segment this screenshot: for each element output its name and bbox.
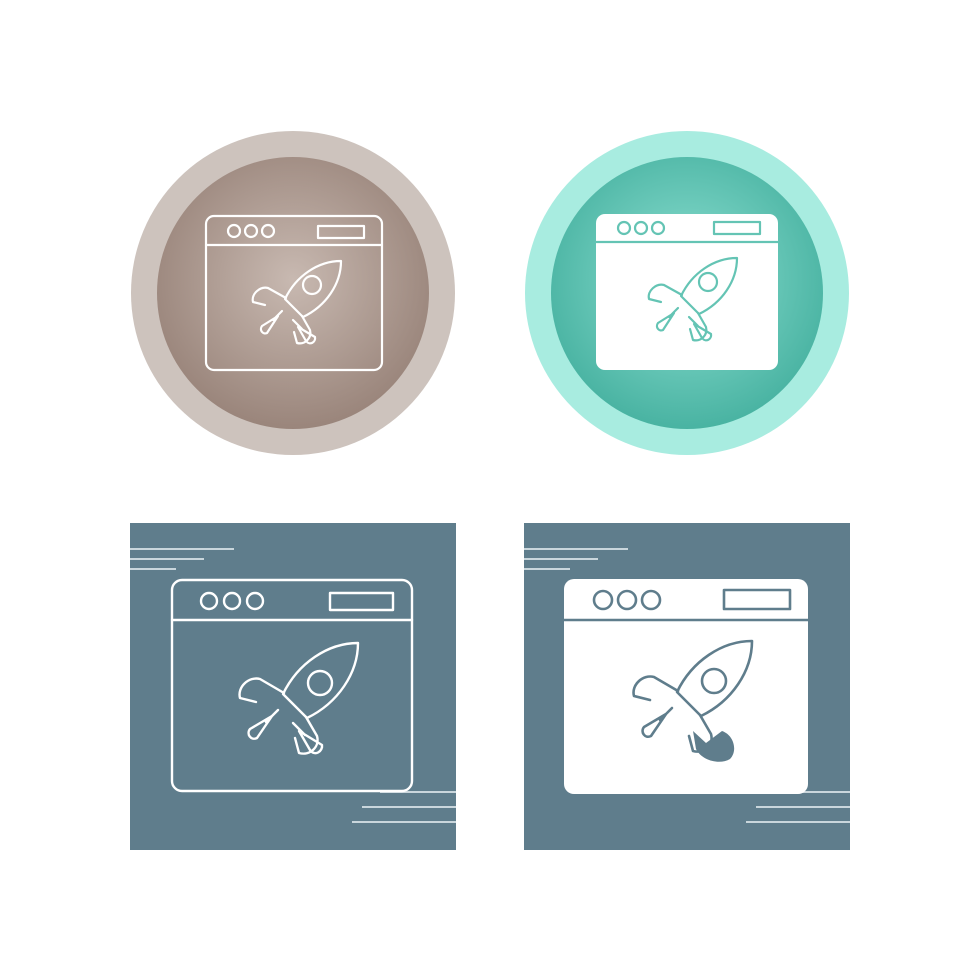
browser-window-icon xyxy=(564,579,808,794)
square-background xyxy=(130,523,456,850)
icon-tile-circle-outline xyxy=(130,130,456,456)
browser-rocket-icon xyxy=(131,131,455,455)
icon-tile-circle-filled xyxy=(524,130,850,456)
icon-tile-square-outline xyxy=(130,523,456,850)
browser-window-icon xyxy=(596,214,778,370)
inner-circle xyxy=(157,157,429,429)
browser-rocket-icon xyxy=(524,523,850,850)
browser-rocket-icon xyxy=(525,131,849,455)
icon-tile-square-glyph xyxy=(524,523,850,850)
browser-rocket-icon xyxy=(130,523,456,850)
